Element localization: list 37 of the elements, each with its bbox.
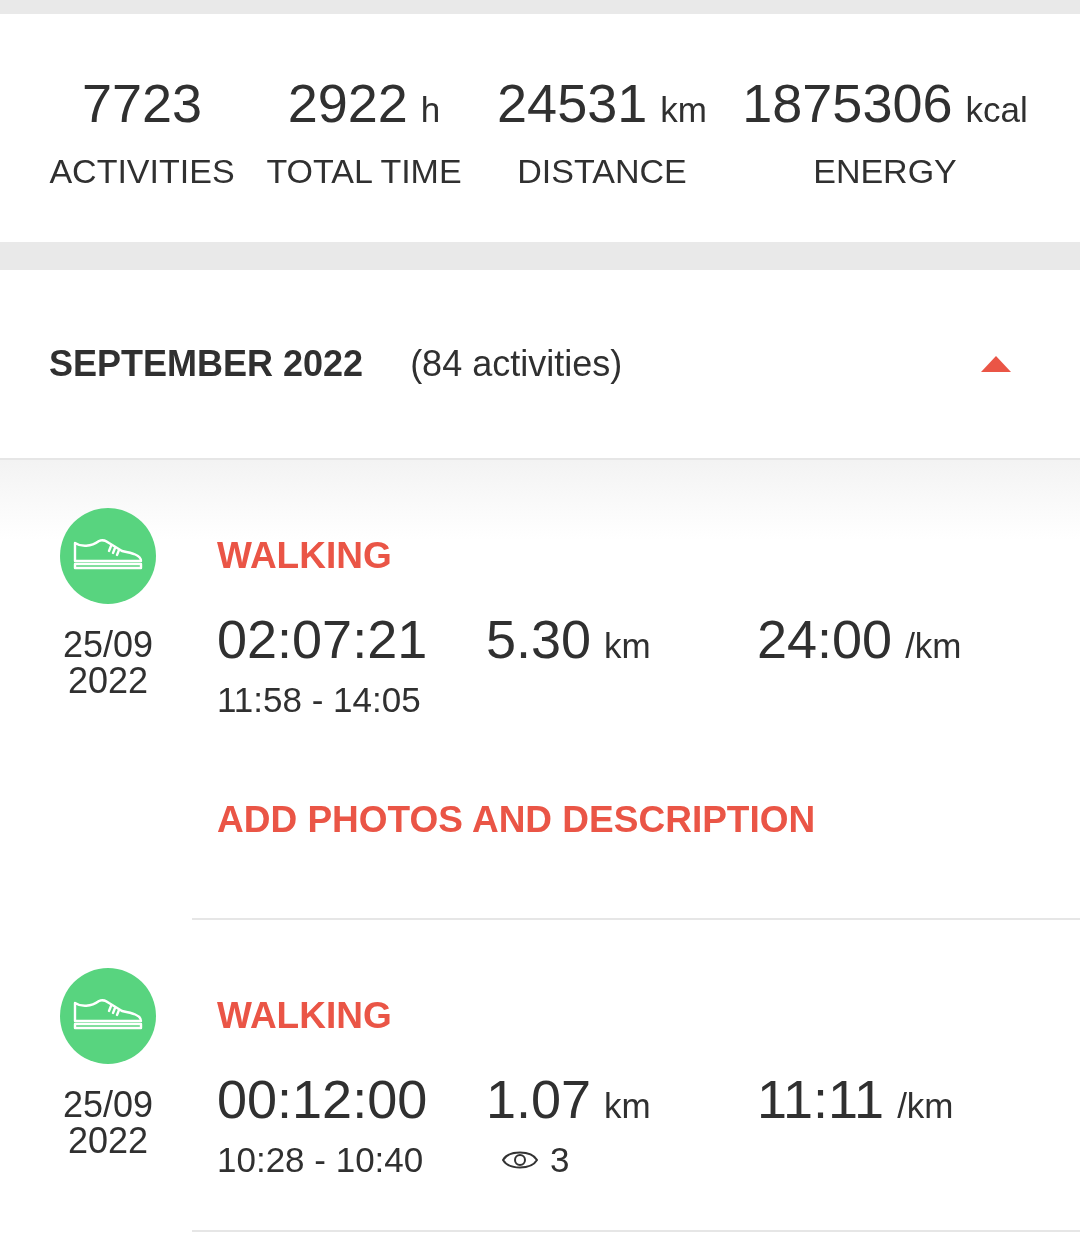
stat-value: 24531 [497,73,648,133]
activity-count: (84 activities) [410,343,623,385]
activity-duration: 02:07:21 [217,609,429,671]
stat-label: TOTAL TIME [266,151,462,191]
add-photos-link[interactable]: ADD PHOTOS AND DESCRIPTION [217,798,816,842]
activity-date: 25/09 [62,1087,154,1123]
stat-label: ACTIVITIES [49,151,235,191]
stat-unit: km [660,90,707,129]
activity-type: WALKING [217,994,392,1038]
stat-value: 1875306 [742,73,953,133]
pace-unit: /km [905,626,962,665]
stat-unit: h [420,90,441,129]
view-count: 3 [550,1140,570,1180]
activity-distance: 5.30 [486,609,592,669]
activity-duration: 00:12:00 [217,1069,429,1131]
activity-year: 2022 [67,663,149,699]
time-range: 10:28 - 10:40 [217,1140,425,1180]
activity-type: WALKING [217,534,392,578]
shoe-icon [60,508,156,604]
activity-year: 2022 [67,1123,149,1159]
activity-pace: 11:11 [757,1069,885,1129]
eye-icon [502,1149,538,1171]
month-title: SEPTEMBER 2022 [49,343,364,385]
distance-unit: km [604,626,651,665]
activity-distance: 1.07 [486,1069,592,1129]
stat-unit: kcal [965,90,1028,129]
stat-value: 7723 [81,73,203,133]
caret-icon[interactable] [981,356,1011,372]
shoe-icon [60,968,156,1064]
time-range: 11:58 - 14:05 [217,680,422,720]
stat-value: 2922 [287,73,408,133]
activity-date: 25/09 [62,627,154,663]
activity-pace: 24:00 [757,609,893,669]
stat-label: DISTANCE [517,151,687,191]
pace-unit: /km [897,1086,954,1125]
distance-unit: km [604,1086,651,1125]
stat-label: ENERGY [813,151,957,191]
